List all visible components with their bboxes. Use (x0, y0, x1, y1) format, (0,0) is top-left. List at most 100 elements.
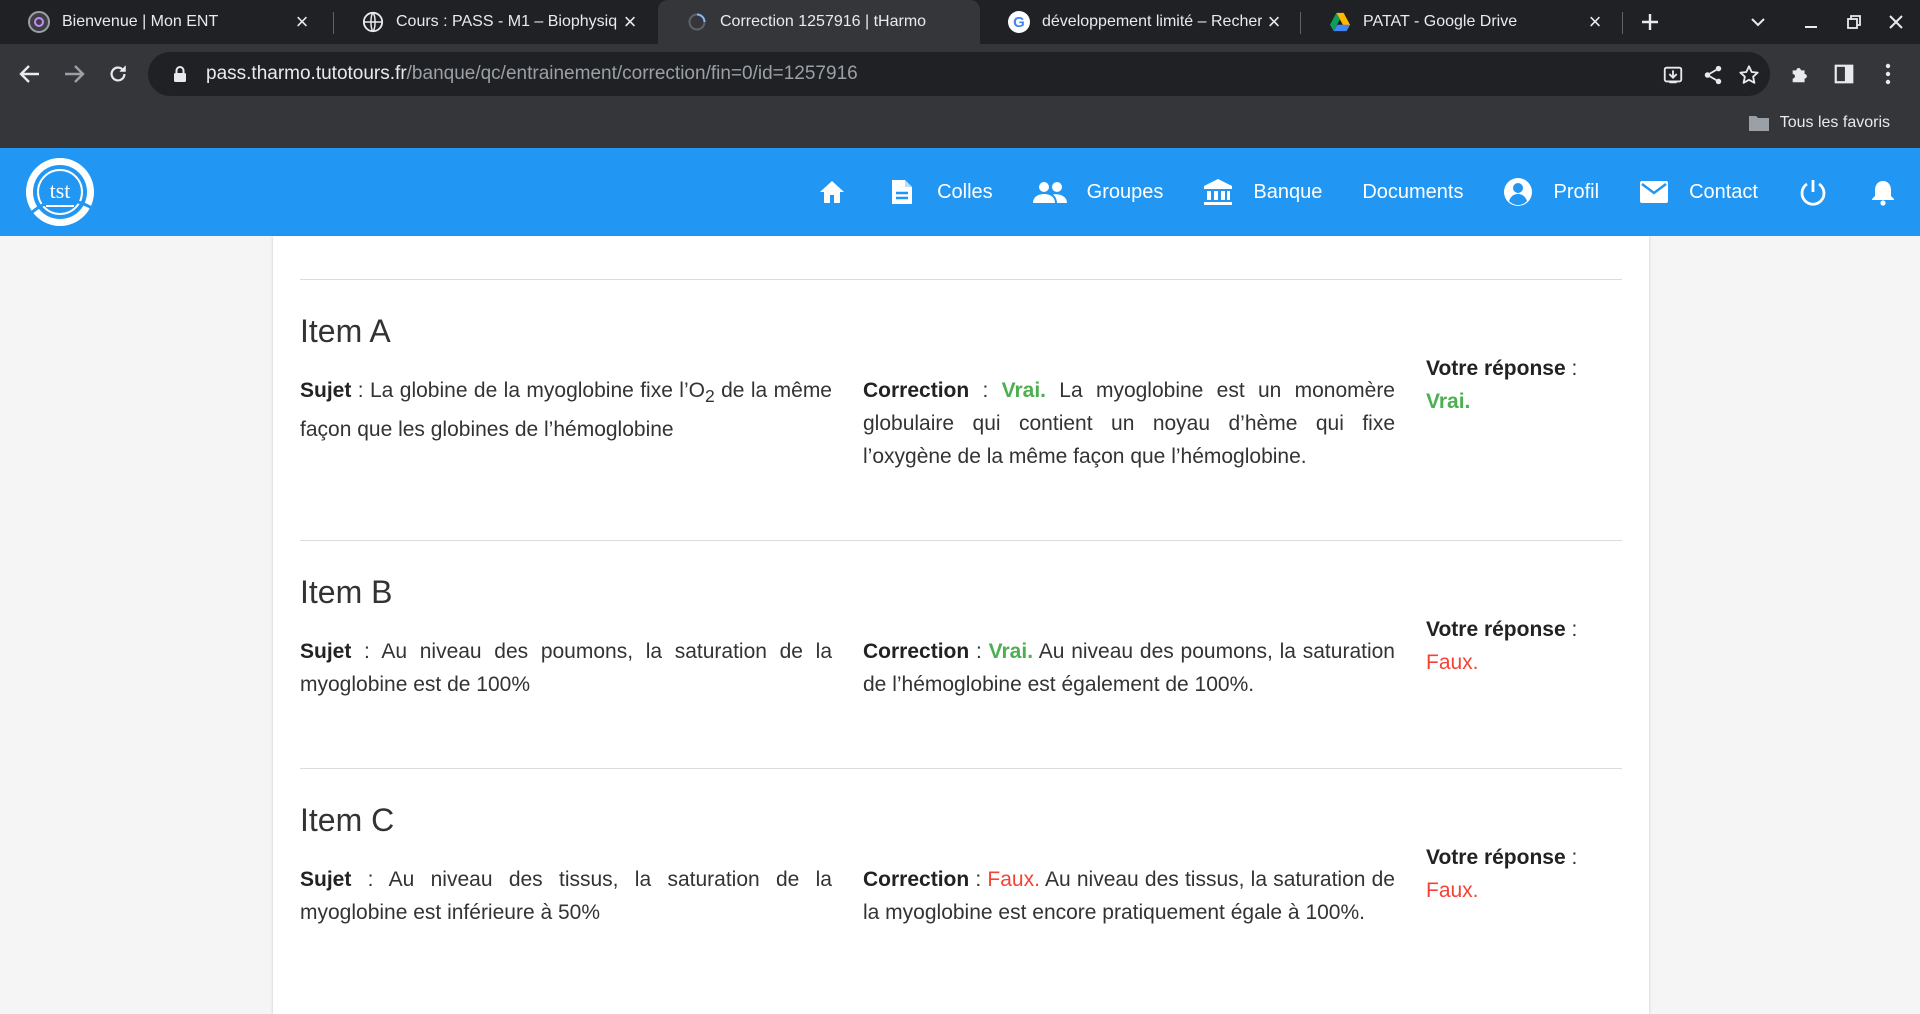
close-tab-icon[interactable]: × (1583, 9, 1607, 34)
colon: : (969, 379, 1002, 402)
minimize-window-button[interactable] (1795, 8, 1827, 36)
people-icon (1032, 177, 1067, 207)
tab-title: développement limité – Recherche (1042, 13, 1262, 30)
back-button[interactable] (12, 56, 48, 92)
extensions-puzzle-icon[interactable] (1782, 56, 1818, 92)
tab-google-drive[interactable]: PATAT - Google Drive × (1301, 0, 1621, 44)
all-bookmarks-button[interactable]: Tous les favoris (1748, 114, 1890, 132)
nav-profil[interactable]: Profil (1503, 177, 1599, 207)
document-icon (887, 177, 917, 207)
nav-label: Contact (1689, 180, 1758, 203)
reponse-label: Votre réponse (1426, 846, 1566, 869)
site-logo[interactable]: tst (20, 156, 100, 228)
all-bookmarks-label: Tous les favoris (1779, 114, 1890, 131)
forward-button[interactable] (56, 56, 92, 92)
nav-label: Colles (937, 180, 993, 203)
item-sujet: Sujet : Au niveau des poumons, la satura… (300, 635, 832, 701)
tab-title: Bienvenue | Mon ENT (62, 13, 219, 30)
nav-banque[interactable]: Banque (1203, 177, 1322, 207)
correction-label: Correction (863, 640, 970, 663)
nav-label: Documents (1362, 180, 1464, 203)
tab-mon-ent[interactable]: Bienvenue | Mon ENT × (0, 0, 328, 44)
nav-notifications[interactable] (1868, 177, 1898, 207)
item-reponse: Votre réponse : Vrai. (1426, 352, 1622, 418)
item-correction: Correction : Vrai. La myoglobine est un … (863, 374, 1395, 473)
reload-button[interactable] (100, 56, 136, 92)
item-reponse: Votre réponse : Faux. (1426, 613, 1622, 679)
bell-icon (1868, 177, 1898, 207)
reponse-value: Faux. (1426, 879, 1479, 902)
reponse-label: Votre réponse (1426, 618, 1566, 641)
close-tab-icon[interactable]: × (290, 9, 314, 34)
item-title: Item A (300, 313, 391, 349)
install-app-icon[interactable] (1660, 62, 1686, 88)
item-title: Item C (300, 802, 395, 838)
menu-kebab-icon[interactable] (1870, 56, 1906, 92)
reponse-label: Votre réponse (1426, 357, 1566, 380)
tab-title: Cours : PASS - M1 – Biophysique (396, 13, 618, 30)
bookmark-star-icon[interactable] (1736, 62, 1762, 88)
reponse-value: Vrai. (1426, 390, 1471, 413)
browser-tab-bar: Bienvenue | Mon ENT × Cours : PASS - M1 … (0, 0, 1920, 44)
divider (300, 279, 1622, 280)
nav-home[interactable] (817, 177, 847, 207)
nav-logout[interactable] (1798, 177, 1828, 207)
item-correction: Correction : Vrai. Au niveau des poumons… (863, 635, 1395, 701)
colon: : (1565, 846, 1578, 869)
bank-icon (1203, 177, 1233, 207)
folder-icon (1748, 116, 1769, 131)
tab-google-search[interactable]: G développement limité – Recherche × (980, 0, 1300, 44)
sujet-label: Sujet (300, 640, 352, 663)
item-reponse: Votre réponse : Faux. (1426, 841, 1622, 907)
mail-icon (1639, 177, 1669, 207)
loading-spinner-icon (686, 11, 708, 33)
sujet-label: Sujet (300, 868, 352, 891)
item-sujet: Sujet : La globine de la myoglobine fixe… (300, 374, 832, 446)
reponse-value: Faux. (1426, 651, 1479, 674)
nav-label: Groupes (1086, 180, 1164, 203)
url-path: /banque/qc/entrainement/correction/fin=0… (406, 63, 858, 84)
tab-title: Correction 1257916 | tHarmo (720, 13, 927, 30)
tab-correction[interactable]: Correction 1257916 | tHarmo (658, 0, 980, 44)
colon: : (969, 868, 988, 891)
nav-groupes[interactable]: Groupes (1032, 177, 1164, 207)
url-host: pass.tharmo.tutotours.fr (206, 63, 407, 84)
globe-icon (362, 11, 384, 33)
close-tab-icon[interactable]: × (618, 9, 642, 34)
tab-cours-pass[interactable]: Cours : PASS - M1 – Biophysique × (334, 0, 656, 44)
restore-window-button[interactable] (1838, 8, 1870, 36)
correction-verdict: Vrai. (988, 640, 1034, 663)
divider (300, 768, 1622, 769)
bookmarks-bar: Tous les favoris (0, 104, 1920, 148)
close-window-button[interactable] (1880, 8, 1912, 36)
tab-separator (1622, 12, 1623, 34)
lock-icon[interactable] (170, 65, 190, 83)
nav-label: Banque (1253, 180, 1323, 203)
address-bar[interactable]: pass.tharmo.tutotours.fr/banque/qc/entra… (148, 52, 1770, 96)
tab-search-chevron-icon[interactable] (1742, 8, 1774, 36)
item-title: Item B (300, 574, 393, 610)
google-icon: G (1008, 11, 1030, 33)
nav-label: Profil (1553, 180, 1600, 203)
sujet-label: Sujet (300, 379, 352, 402)
side-panel-icon[interactable] (1826, 56, 1862, 92)
google-drive-icon (1329, 11, 1351, 33)
item-sujet: Sujet : Au niveau des tissus, la saturat… (300, 863, 832, 929)
close-tab-icon[interactable]: × (1262, 9, 1286, 34)
colon: : (1565, 357, 1578, 380)
colon: : (1565, 618, 1578, 641)
sujet-text: La globine de la myoglobine fixe l’O (370, 379, 705, 402)
colon: : (351, 868, 389, 891)
url-text: pass.tharmo.tutotours.fr/banque/qc/entra… (206, 63, 858, 85)
site-header: tst Colles Groupes Banque Documents Prof… (0, 148, 1920, 236)
nav-documents[interactable]: Documents (1362, 181, 1463, 204)
nav-contact[interactable]: Contact (1639, 177, 1758, 207)
colon: : (351, 379, 370, 402)
nav-colles[interactable]: Colles (887, 177, 993, 207)
main-nav: Colles Groupes Banque Documents Profil C… (817, 148, 1920, 236)
power-icon (1798, 177, 1828, 207)
correction-verdict: Vrai. (1001, 379, 1046, 402)
logo-text: tst (50, 178, 71, 203)
share-icon[interactable] (1700, 62, 1726, 88)
new-tab-button[interactable] (1634, 8, 1666, 36)
